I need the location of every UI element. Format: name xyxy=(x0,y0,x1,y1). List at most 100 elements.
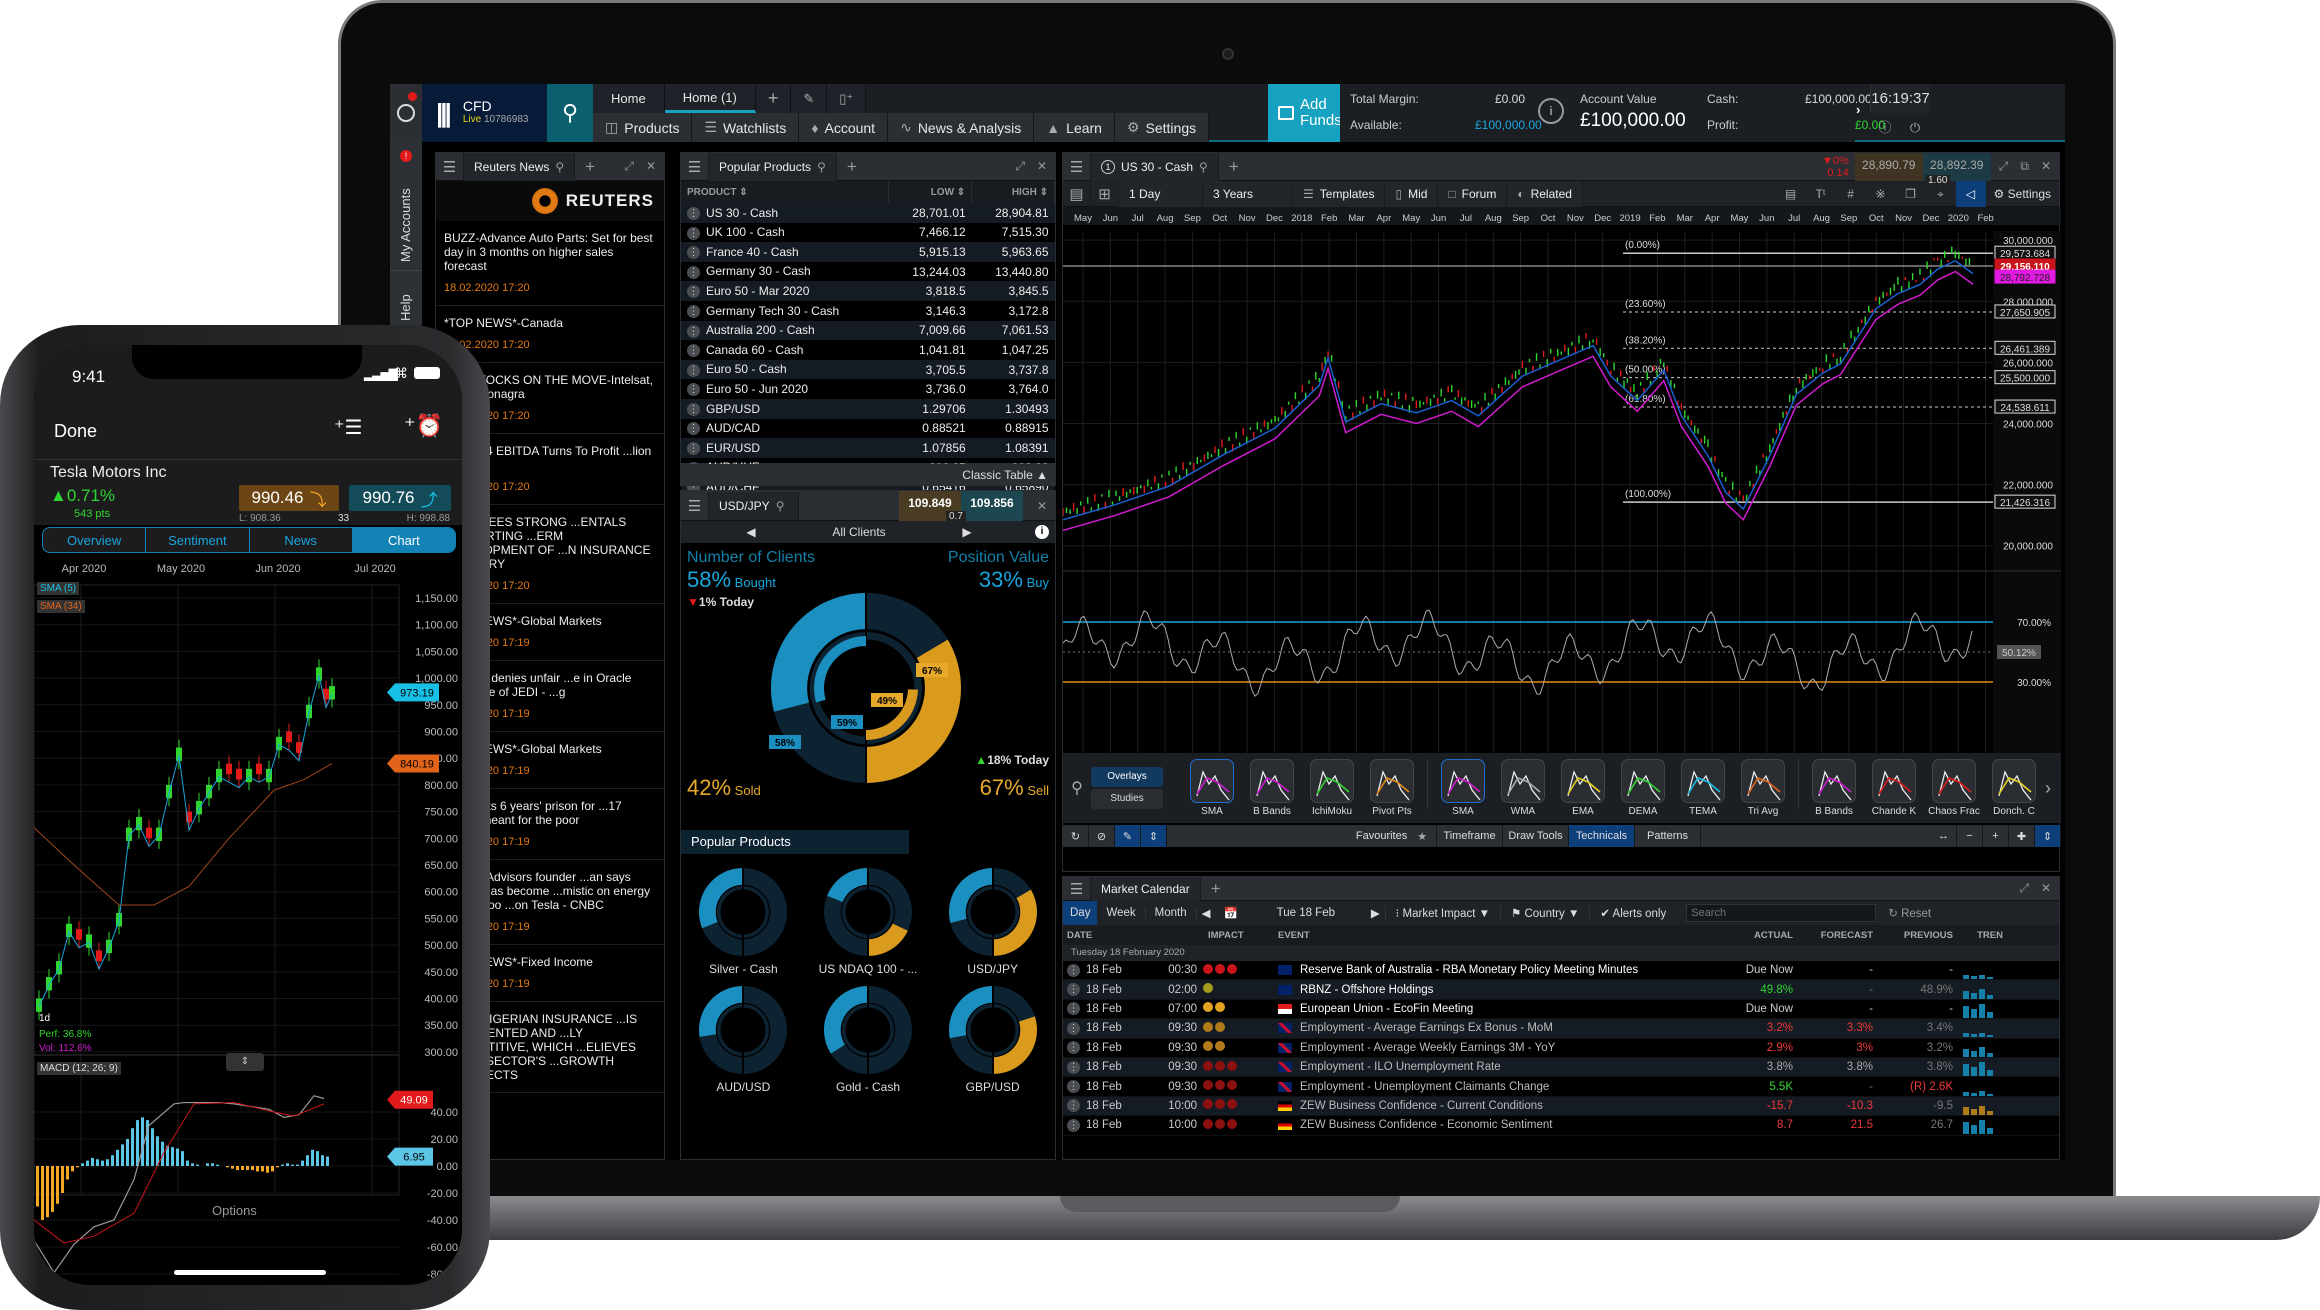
calendar-search-input[interactable] xyxy=(1686,904,1877,922)
column-previous[interactable]: PREVIOUS xyxy=(1873,930,1953,941)
rail-help[interactable]: Help xyxy=(390,270,422,330)
news-item[interactable]: BUZZ-Advance Auto Parts: Set for best da… xyxy=(436,221,664,306)
technical-item[interactable]: Tri Avg xyxy=(1734,759,1792,817)
tab-home[interactable]: Home xyxy=(593,84,665,113)
technical-item[interactable]: Donch. C xyxy=(1985,759,2043,817)
edit-layout-button[interactable]: ✎ xyxy=(791,84,828,113)
interval-select[interactable]: 1 Day xyxy=(1119,180,1203,207)
product-row[interactable]: ⋮ Germany Tech 30 - Cash 3,146.3 3,172.8 xyxy=(681,301,1055,321)
more-options-icon[interactable]: ⋮ xyxy=(1067,1080,1080,1094)
calendar-row[interactable]: ⋮ 18 Feb 09:30 Employment - Average Weekly … xyxy=(1063,1039,2059,1058)
expand-icon[interactable]: ⤢ xyxy=(624,159,634,174)
more-options-icon[interactable]: ⋮ xyxy=(1067,1099,1080,1113)
search-button[interactable]: ⚲ xyxy=(547,84,593,142)
overlays-toggle[interactable]: Overlays xyxy=(1091,767,1163,787)
zoom-in-icon[interactable]: + xyxy=(1983,825,2009,847)
nav-products[interactable]: ◫ Products xyxy=(593,113,693,142)
vertical-fit-icon[interactable]: ⇕ xyxy=(2035,825,2061,847)
next-day-icon[interactable]: ▶ xyxy=(1366,906,1385,920)
column-date[interactable]: DATE xyxy=(1063,930,1208,941)
product-row[interactable]: ⋮ US 30 - Cash 28,701.01 28,904.81 xyxy=(681,203,1055,223)
more-options-icon[interactable]: ⋮ xyxy=(687,285,700,299)
phone-sell-button[interactable]: 990.46 ⤵ xyxy=(239,485,339,511)
product-row[interactable]: ⋮ Euro 50 - Jun 2020 3,736.0 3,764.0 xyxy=(681,379,1055,399)
more-options-icon[interactable]: ⋮ xyxy=(1067,1118,1080,1132)
crosshair-icon[interactable]: ✚ xyxy=(2009,825,2035,847)
product-row[interactable]: ⋮ Canada 60 - Cash 1,041.81 1,047.25 xyxy=(681,340,1055,360)
done-button[interactable]: Done xyxy=(54,421,97,442)
more-options-icon[interactable]: ⋮ xyxy=(687,206,700,220)
popout-icon[interactable]: ⧉ xyxy=(2020,159,2029,174)
buy-price-button[interactable]: 109.856 xyxy=(960,490,1023,521)
product-row[interactable]: ⋮ Australia 200 - Cash 7,009.66 7,061.53 xyxy=(681,320,1055,341)
technicals-tab[interactable]: Patterns xyxy=(1635,825,1701,847)
cancel-icon[interactable]: ⊘ xyxy=(1089,825,1115,847)
more-options-icon[interactable]: ⋮ xyxy=(687,226,700,240)
brand-logo[interactable]: ||| CFD Live 10786983 xyxy=(422,84,547,142)
popular-product[interactable]: Gold - Cash xyxy=(806,984,931,1094)
panel-menu-button[interactable]: ☰ xyxy=(681,491,709,520)
fit-icon[interactable]: ↔ xyxy=(1931,825,1957,847)
product-row[interactable]: ⋮ Euro 50 - Mar 2020 3,818.5 3,845.5 xyxy=(681,281,1055,301)
calendar-row[interactable]: ⋮ 18 Feb 09:30 Employment - Unemployment Cl… xyxy=(1063,1077,2059,1097)
calendar-row[interactable]: ⋮ 18 Feb 02:00 RBNZ - Offshore Holdings 49.8… xyxy=(1063,980,2059,1000)
close-icon[interactable]: ✕ xyxy=(1037,159,1047,174)
product-row[interactable]: ⋮ EUR/USD 1.07856 1.08391 xyxy=(681,438,1055,458)
chart-settings-button[interactable]: ⚙ Settings xyxy=(1986,181,2059,207)
calendar-row[interactable]: ⋮ 18 Feb 09:30 Employment - ILO Unemploymen… xyxy=(1063,1057,2059,1078)
add-mouse-button[interactable]: ▯⁺ xyxy=(827,84,867,113)
technical-item[interactable]: SMA xyxy=(1183,759,1241,817)
panel-menu-button[interactable]: ☰ xyxy=(1063,152,1091,181)
technical-item[interactable]: Chande K xyxy=(1865,759,1923,817)
more-options-icon[interactable]: ⋮ xyxy=(687,363,700,377)
info-icon[interactable]: i xyxy=(1035,525,1049,539)
mid-button[interactable]: ▯ Mid xyxy=(1385,180,1439,207)
country-filter[interactable]: ⚑ Country ▼ xyxy=(1499,906,1589,920)
popular-product[interactable]: US NDAQ 100 - ... xyxy=(806,866,931,976)
expand-icon[interactable]: ⤢ xyxy=(2019,881,2029,896)
chart-list-icon[interactable]: ▤ xyxy=(1063,180,1091,207)
product-row[interactable]: ⋮ Euro 50 - Cash 3,705.5 3,737.8 xyxy=(681,359,1055,380)
panel-menu-button[interactable]: ☰ xyxy=(1063,876,1091,901)
more-options-icon[interactable]: ⋮ xyxy=(1067,963,1080,977)
expand-icon[interactable]: ⤢ xyxy=(1999,159,2009,174)
column-impact[interactable]: IMPACT xyxy=(1208,930,1278,941)
period-day[interactable]: Day xyxy=(1063,901,1098,925)
more-options-icon[interactable]: ⋮ xyxy=(687,402,700,416)
close-icon[interactable]: ✕ xyxy=(646,159,656,174)
filter-next-button[interactable]: ▶ xyxy=(957,525,977,539)
technical-item[interactable]: WMA xyxy=(1494,759,1552,817)
nav-news-analysis[interactable]: ∿ News & Analysis xyxy=(888,113,1035,142)
nav-learn[interactable]: ▲ Learn xyxy=(1034,113,1115,142)
grid-edit-icon[interactable]: ※ xyxy=(1866,181,1896,207)
refresh-icon[interactable]: ↻ xyxy=(1063,825,1089,847)
scale-icon[interactable]: ▤ xyxy=(1776,181,1806,207)
products-panel-tab[interactable]: Popular Products ⚲ xyxy=(709,152,837,181)
add-panel-button[interactable]: + xyxy=(837,157,867,177)
column-trend[interactable]: TREN xyxy=(1953,930,2003,941)
product-row[interactable]: ⋮ France 40 - Cash 5,915.13 5,963.65 xyxy=(681,242,1055,262)
add-panel-button[interactable]: + xyxy=(1219,157,1249,177)
layout-icon[interactable]: ⊞ xyxy=(1091,180,1119,207)
classic-table-toggle[interactable]: Classic Table ▲ xyxy=(680,464,1056,486)
period-week[interactable]: Week xyxy=(1097,907,1146,919)
tab-news[interactable]: News xyxy=(250,528,353,552)
price-tag-icon[interactable]: ◁ xyxy=(1955,180,1986,207)
tab-sentiment[interactable]: Sentiment xyxy=(146,528,250,552)
prev-day-icon[interactable]: ◀ xyxy=(1197,906,1216,920)
period-month[interactable]: Month xyxy=(1146,907,1197,919)
expand-icon[interactable]: ⤢ xyxy=(1015,159,1025,174)
copy-icon[interactable]: ❐ xyxy=(1896,181,1926,207)
tab-home-1[interactable]: Home (1) xyxy=(664,84,756,113)
alerts-only-toggle[interactable]: ✔ Alerts only xyxy=(1589,906,1676,920)
more-options-icon[interactable]: ⋮ xyxy=(687,324,700,338)
zoom-out-icon[interactable]: − xyxy=(1957,825,1983,847)
forum-button[interactable]: □ Forum xyxy=(1438,180,1508,207)
more-options-icon[interactable]: ⋮ xyxy=(1067,983,1080,997)
rail-my-accounts[interactable]: My Accounts xyxy=(390,162,422,262)
tab-chart[interactable]: Chart xyxy=(352,528,455,552)
technical-item[interactable]: TEMA xyxy=(1674,759,1732,817)
panel-menu-button[interactable]: ☰ xyxy=(436,152,464,181)
sort-icon[interactable]: ⇕ xyxy=(1141,825,1167,847)
column-high[interactable]: HIGH ⇕ xyxy=(971,181,1055,203)
